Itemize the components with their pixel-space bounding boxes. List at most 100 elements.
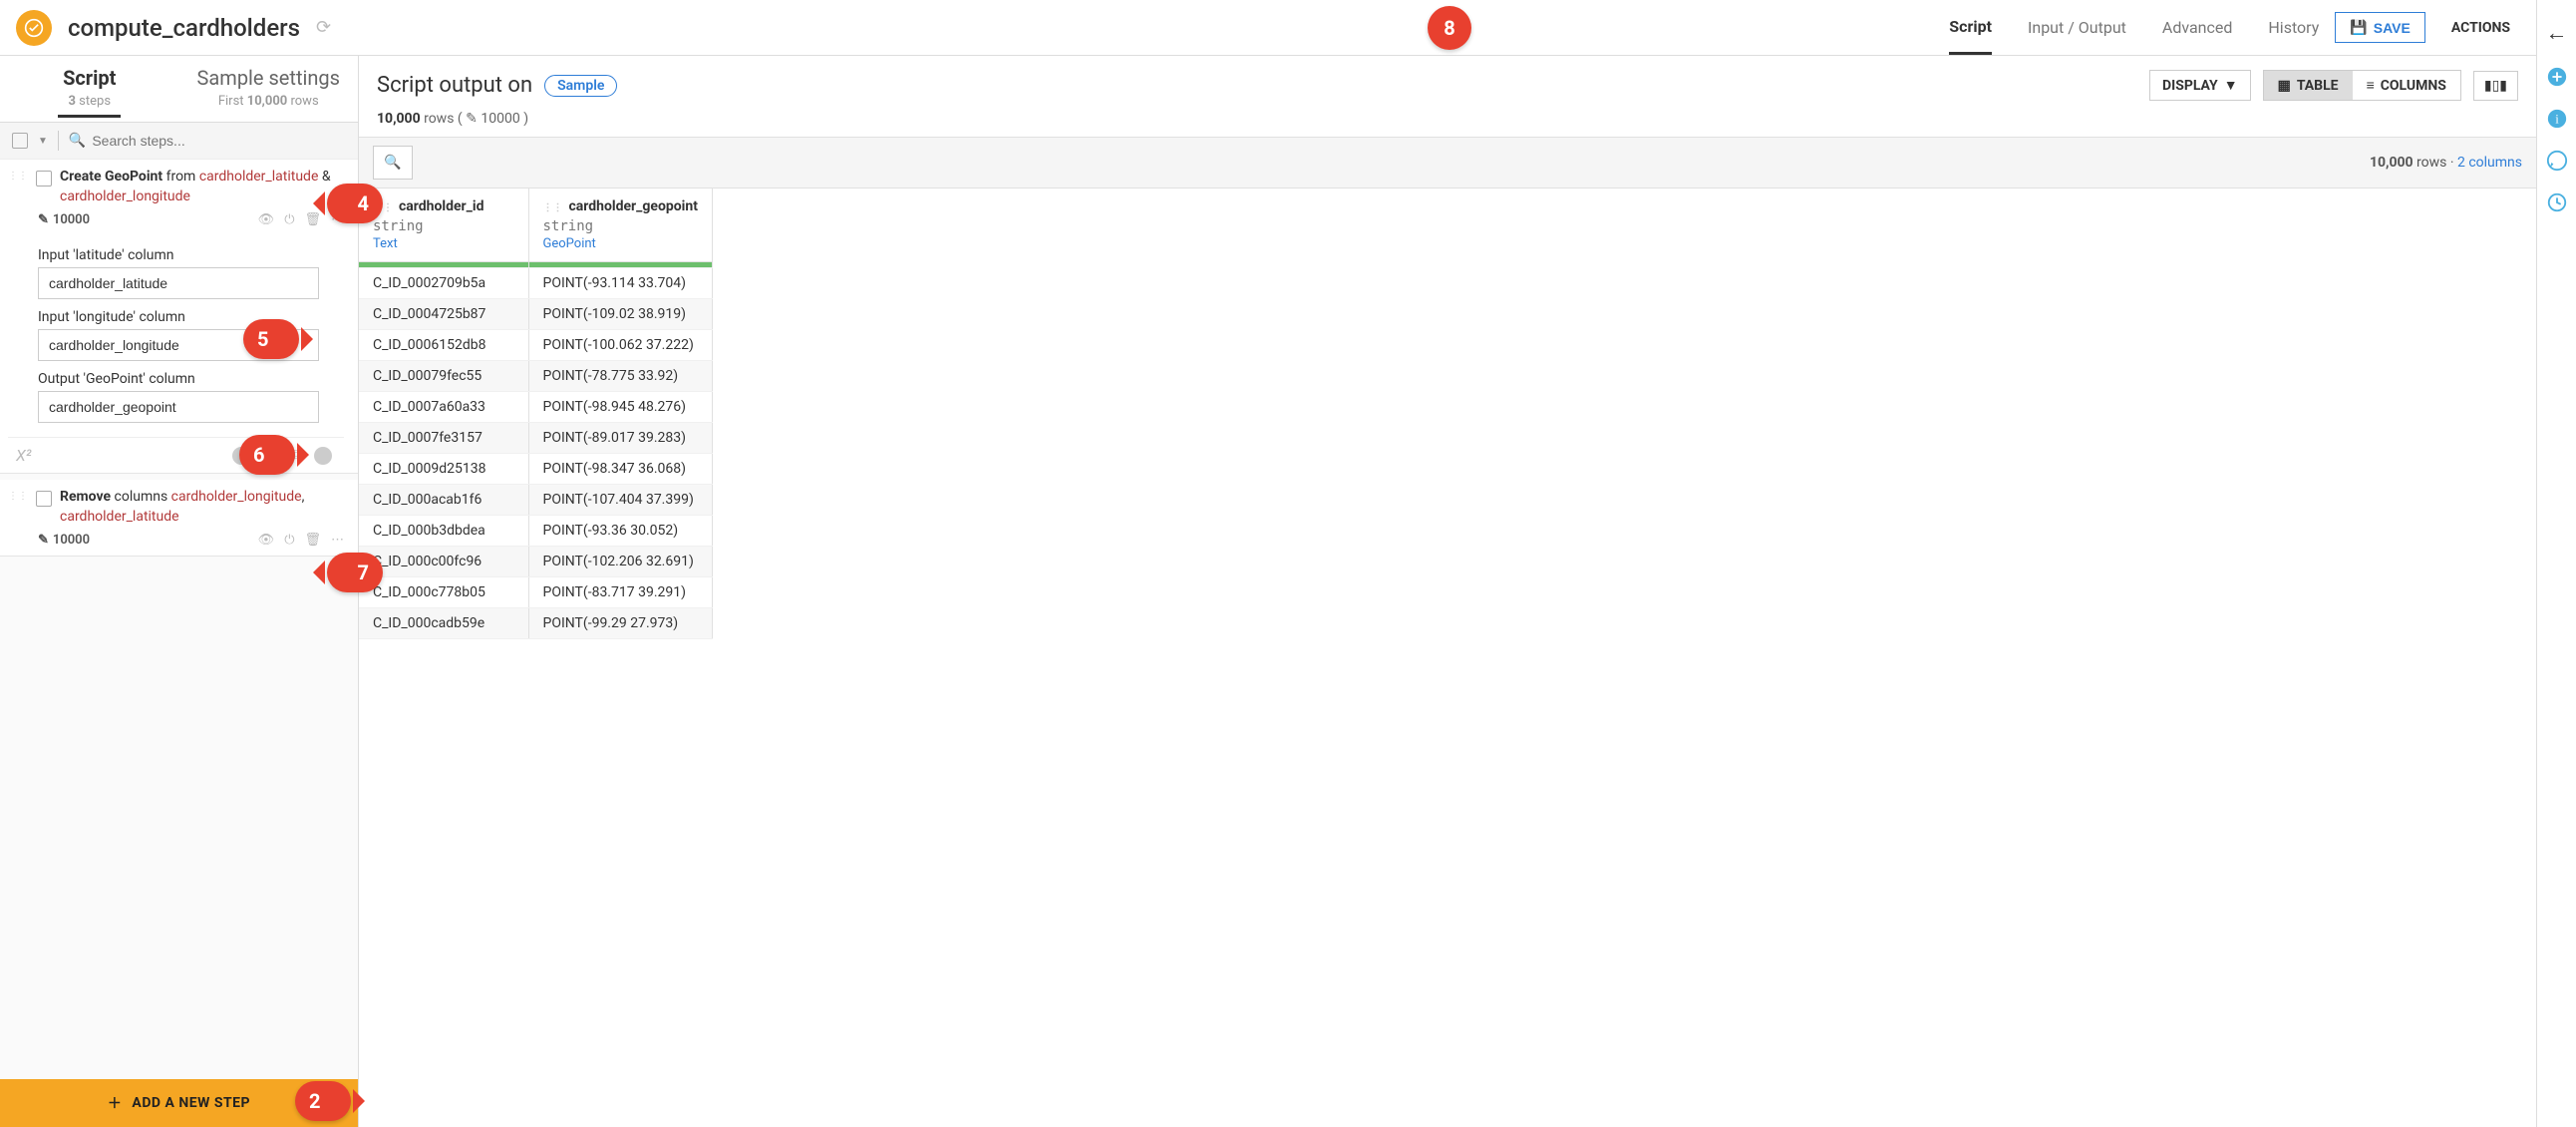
chart-button[interactable]: ▮▯▮ (2473, 71, 2518, 101)
plus-icon: ＋ (108, 1093, 123, 1113)
drag-handle-icon[interactable]: ⋮⋮ (8, 172, 28, 182)
cell-cardholder-geopoint: POINT(-100.062 37.222) (528, 330, 712, 361)
save-button[interactable]: 💾 SAVE (2335, 12, 2425, 43)
step-checkbox[interactable] (36, 491, 52, 507)
column-header-cardholder-geopoint[interactable]: ⋮⋮cardholder_geopoint string GeoPoint (528, 188, 712, 262)
step2-count: 10000 (53, 533, 90, 548)
table-search-button[interactable]: 🔍 (373, 146, 413, 180)
sidebar-tab-script[interactable]: Script 3 steps (0, 56, 179, 122)
cell-cardholder-geopoint: POINT(-93.114 33.704) (528, 268, 712, 299)
cell-cardholder-id: C_ID_0006152db8 (359, 330, 528, 361)
save-label: SAVE (2374, 20, 2411, 36)
latitude-input[interactable] (38, 267, 319, 299)
view-table-button[interactable]: ▦ TABLE (2264, 71, 2353, 100)
table-row[interactable]: C_ID_0009d25138POINT(-98.347 36.068) (359, 454, 712, 485)
cell-cardholder-geopoint: POINT(-109.02 38.919) (528, 299, 712, 330)
tab-advanced[interactable]: Advanced (2162, 2, 2233, 53)
table-row[interactable]: C_ID_000cadb59ePOINT(-99.29 27.973) (359, 608, 712, 639)
pencil-icon: ✎ (38, 533, 49, 548)
topbar: compute_cardholders ⟳ Script Input / Out… (0, 0, 2536, 56)
right-rail: ← i (2536, 0, 2576, 1127)
history-icon[interactable] (2546, 191, 2568, 213)
pencil-icon[interactable]: ✎ (466, 111, 478, 127)
latitude-label: Input 'latitude' column (38, 247, 344, 263)
annotation-8: 8 (1428, 6, 1471, 50)
table-row[interactable]: C_ID_0002709b5aPOINT(-93.114 33.704) (359, 268, 712, 299)
columns-count-link[interactable]: 2 columns (2457, 155, 2522, 171)
sidebar-tab-sample-settings[interactable]: Sample settings First 10,000 rows (179, 56, 359, 122)
formula-icon[interactable]: X² (16, 446, 32, 465)
cell-cardholder-geopoint: POINT(-98.347 36.068) (528, 454, 712, 485)
cell-cardholder-id: C_ID_0004725b87 (359, 299, 528, 330)
output-geopoint-input[interactable] (38, 391, 319, 423)
longitude-label: Input 'longitude' column (38, 309, 344, 325)
cell-cardholder-geopoint: POINT(-78.775 33.92) (528, 361, 712, 392)
cell-cardholder-geopoint: POINT(-89.017 39.283) (528, 423, 712, 454)
table-row[interactable]: C_ID_0004725b87POINT(-109.02 38.919) (359, 299, 712, 330)
sidebar-tab-script-title: Script (0, 66, 179, 90)
power-icon[interactable]: ⏻ (284, 212, 294, 227)
help-icon[interactable] (314, 447, 332, 465)
power-icon[interactable]: ⏻ (284, 533, 294, 548)
eye-icon[interactable]: 👁 (258, 212, 275, 227)
column-header-cardholder-id[interactable]: ⋮⋮cardholder_id string Text (359, 188, 528, 262)
comment-icon[interactable] (2546, 150, 2568, 172)
sidebar-tab-script-sub: 3 steps (58, 94, 121, 118)
step-remove-columns[interactable]: ⋮⋮ Remove columns cardholder_longitude, … (0, 480, 358, 557)
tab-input-output[interactable]: Input / Output (2028, 2, 2126, 53)
trash-icon[interactable]: 🗑 (304, 533, 321, 548)
cell-cardholder-geopoint: POINT(-107.404 37.399) (528, 485, 712, 516)
cell-cardholder-geopoint: POINT(-102.206 32.691) (528, 547, 712, 577)
cell-cardholder-id: C_ID_000c00fc96 (359, 547, 528, 577)
step-create-geopoint[interactable]: ⋮⋮ Create GeoPoint from cardholder_latit… (0, 160, 358, 474)
cell-cardholder-id: C_ID_0007fe3157 (359, 423, 528, 454)
plus-circle-icon[interactable] (2546, 66, 2568, 88)
tab-history[interactable]: History (2268, 2, 2319, 53)
divider (58, 131, 59, 151)
table-row[interactable]: C_ID_0007a60a33POINT(-98.945 48.276) (359, 392, 712, 423)
table-row[interactable]: C_ID_000c778b05POINT(-83.717 39.291) (359, 577, 712, 608)
display-button[interactable]: DISPLAY ▼ (2149, 70, 2251, 101)
cell-cardholder-geopoint: POINT(-83.717 39.291) (528, 577, 712, 608)
brand-logo (16, 10, 52, 46)
more-icon[interactable]: ⋯ (331, 533, 344, 548)
sample-pill[interactable]: Sample (544, 75, 617, 97)
drag-handle-icon[interactable]: ⋮⋮ (543, 202, 563, 213)
content-pane: Script output on Sample DISPLAY ▼ ▦ TABL… (359, 56, 2536, 1127)
rows-summary: 10,000 rows ( ✎ 10000 ) (359, 111, 2536, 137)
sidebar: Script 3 steps Sample settings First 10,… (0, 56, 359, 1127)
select-menu-caret[interactable]: ▼ (38, 136, 48, 147)
drag-handle-icon[interactable]: ⋮⋮ (8, 492, 28, 502)
cell-cardholder-id: C_ID_0007a60a33 (359, 392, 528, 423)
annotation-6: 6 (239, 435, 295, 475)
cell-cardholder-geopoint: POINT(-93.36 30.052) (528, 516, 712, 547)
sidebar-tab-sample-title: Sample settings (179, 66, 359, 90)
annotation-4: 4 (327, 184, 383, 223)
table-row[interactable]: C_ID_000b3dbdeaPOINT(-93.36 30.052) (359, 516, 712, 547)
add-step-label: ADD A NEW STEP (132, 1095, 250, 1111)
sync-icon[interactable]: ⟳ (316, 17, 331, 38)
tab-script[interactable]: Script (1949, 1, 1992, 55)
select-all-checkbox[interactable] (12, 133, 28, 149)
table-row[interactable]: C_ID_0006152db8POINT(-100.062 37.222) (359, 330, 712, 361)
step-title: Remove columns cardholder_longitude, car… (60, 488, 344, 527)
cell-cardholder-id: C_ID_000acab1f6 (359, 485, 528, 516)
pencil-icon: ✎ (38, 212, 49, 227)
table-row[interactable]: C_ID_000c00fc96POINT(-102.206 32.691) (359, 547, 712, 577)
table-row[interactable]: C_ID_00079fec55POINT(-78.775 33.92) (359, 361, 712, 392)
table-row[interactable]: C_ID_000acab1f6POINT(-107.404 37.399) (359, 485, 712, 516)
annotation-2: 2 (295, 1081, 351, 1121)
eye-icon[interactable]: 👁 (258, 533, 275, 548)
view-columns-button[interactable]: ≡ COLUMNS (2353, 71, 2460, 100)
table-row[interactable]: C_ID_0007fe3157POINT(-89.017 39.283) (359, 423, 712, 454)
actions-button[interactable]: ACTIONS (2441, 14, 2520, 42)
step-checkbox[interactable] (36, 171, 52, 187)
cell-cardholder-geopoint: POINT(-98.945 48.276) (528, 392, 712, 423)
back-arrow-icon[interactable]: ← (2546, 20, 2568, 46)
save-icon: 💾 (2350, 19, 2367, 36)
info-circle-icon[interactable]: i (2546, 108, 2568, 130)
step1-count: 10000 (53, 212, 90, 227)
search-steps-input[interactable] (92, 133, 346, 149)
annotation-7: 7 (327, 553, 383, 592)
annotation-5: 5 (243, 319, 299, 359)
